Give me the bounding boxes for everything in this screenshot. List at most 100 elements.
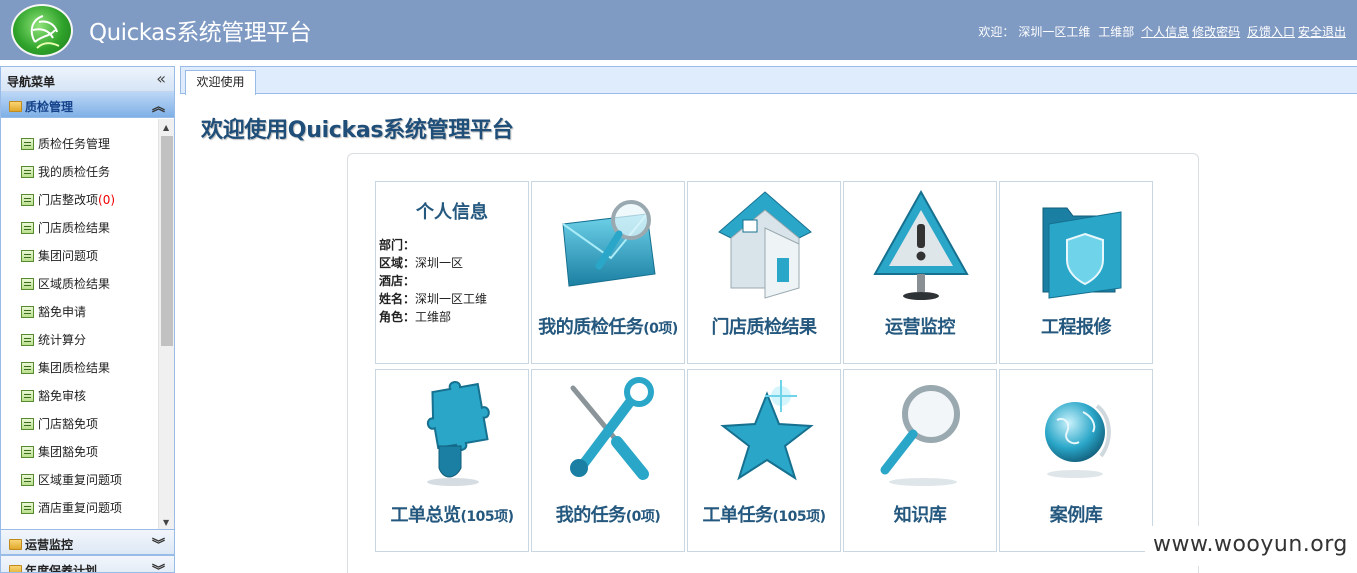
menu-item-region-quality-result[interactable]: 区域质检结果 [1,276,158,304]
folder-icon [9,101,22,112]
panel-annual-maintenance[interactable]: 年度保养计划 ︾ [1,555,174,573]
tab-bar: 欢迎使用 [180,66,1357,95]
menu-item-group-exemptions[interactable]: 集团豁免项 [1,444,158,472]
menu-item-hotel-repeat-issues[interactable]: 酒店重复问题项 [1,500,158,528]
tile-my-tasks[interactable]: 我的任务(0项) [531,369,685,552]
logo-icon [11,4,73,57]
menu-item-my-quality-task[interactable]: 我的质检任务 [1,164,158,192]
header: Quickas系统管理平台 欢迎： 深圳一区工维 工维部 个人信息 修改密码 反馈入… [0,0,1357,60]
tile-ticket-overview[interactable]: 工单总览(105项) [375,369,529,552]
tile-label: 工单总览(105项) [390,505,514,526]
chevron-down-icon[interactable]: ︾ [152,534,165,553]
profile-link[interactable]: 个人信息 [1141,25,1189,39]
menu-item-label: 门店整改项 [38,193,99,207]
panel-quality-label: 质检管理 [25,100,74,114]
tile-label: 案例库 [1049,505,1103,526]
chevron-down-icon[interactable]: ︾ [152,560,165,572]
user-bar: 欢迎： 深圳一区工维 工维部 个人信息 修改密码 反馈入口 安全退出 [974,23,1346,40]
info-row-dept: 部门： [379,236,487,254]
house-icon [718,191,812,299]
info-key: 姓名： [379,292,416,306]
info-row-region: 区域：深圳一区 [379,254,487,272]
tile-label: 我的质检任务(0项) [538,317,678,338]
menu-item-store-rectify[interactable]: 门店整改项(0) [1,192,158,220]
tile-knowledge-base[interactable]: 知识库 [843,369,997,552]
document-icon [21,418,34,430]
tile-ticket-tasks[interactable]: 工单任务(105项) [687,369,841,552]
tile-operations-monitor[interactable]: 运营监控 [843,181,997,364]
document-icon [21,390,34,402]
menu-list: 质检任务管理 我的质检任务 门店整改项(0) 门店质检结果 集团问题项 区域质检… [1,119,158,530]
tile-my-quality-tasks[interactable]: 我的质检任务(0项) [531,181,685,364]
document-icon [21,222,34,234]
personal-info-title: 个人信息 [416,202,488,223]
personal-info-rows: 部门： 区域：深圳一区 酒店： 姓名：深圳一区工维 角色：工维部 [379,236,487,326]
magnifier-icon [880,385,960,486]
personal-info-card: 个人信息 部门： 区域：深圳一区 酒店： 姓名：深圳一区工维 角色：工维部 [375,181,529,364]
tab-welcome[interactable]: 欢迎使用 [185,70,256,95]
menu-item-label: 豁免申请 [38,305,87,319]
menu-item-label: 区域质检结果 [38,277,111,291]
menu-item-exemption-review[interactable]: 豁免审核 [1,388,158,416]
scroll-up-icon[interactable]: ▲ [163,123,169,132]
watermark: www.wooyun.org [1145,526,1357,566]
menu-item-label: 豁免审核 [38,389,87,403]
document-icon [21,250,34,262]
panel-operations[interactable]: 运营监控 ︾ [1,529,174,555]
change-password-link[interactable]: 修改密码 [1192,25,1240,39]
tile-case-library[interactable]: 案例库 [999,369,1153,552]
menu-item-label: 质检任务管理 [38,137,111,151]
menu-item-label: 集团豁免项 [38,445,99,459]
menu-item-store-exemptions[interactable]: 门店豁免项 [1,416,158,444]
feedback-link[interactable]: 反馈入口 [1247,25,1295,39]
info-row-name: 姓名：深圳一区工维 [379,290,487,308]
tile-store-quality-result[interactable]: 门店质检结果 [687,181,841,364]
menu-item-label: 我的质检任务 [38,165,111,179]
scrollbar-thumb[interactable] [161,136,173,346]
menu-item-label: 集团问题项 [38,249,99,263]
scroll-down-icon[interactable]: ▼ [163,518,169,527]
panel-quality[interactable]: 质检管理 ︽ [1,92,174,118]
menu-item-label: 区域重复问题项 [38,473,123,487]
panel-annual-maintenance-label: 年度保养计划 [25,564,98,573]
menu-item-region-repeat-issues[interactable]: 区域重复问题项 [1,472,158,500]
menu-item-quality-task-manage[interactable]: 质检任务管理 [1,136,158,164]
folder-shield-icon [1042,207,1122,299]
tile-label: 运营监控 [885,317,956,338]
document-icon [21,278,34,290]
document-icon [21,306,34,318]
dashboard-board: 个人信息 部门： 区域：深圳一区 酒店： 姓名：深圳一区工维 角色：工维部 我的… [347,153,1199,573]
document-icon [21,362,34,374]
menu-item-exemption-apply[interactable]: 豁免申请 [1,304,158,332]
menu-item-group-quality-result[interactable]: 集团质检结果 [1,360,158,388]
info-row-hotel: 酒店： [379,272,487,290]
logout-link[interactable]: 安全退出 [1298,25,1346,39]
info-value: 工维部 [415,310,452,324]
warning-icon [873,189,969,300]
menu-item-score-calc[interactable]: 统计算分 [1,332,158,360]
tile-label: 工单任务(105项) [702,505,826,526]
menu-item-label: 统计算分 [38,333,87,347]
info-value: 深圳一区工维 [415,292,488,306]
tools-icon [570,377,654,480]
collapse-sidebar-icon[interactable]: « [156,69,166,88]
star-icon [720,380,814,481]
menu-item-label: 集团质检结果 [38,361,111,375]
sidebar-scrollbar[interactable]: ▲ ▼ [158,119,174,530]
panel-operations-label: 运营监控 [25,538,74,552]
envelope-magnifier-icon [562,200,656,287]
globe-icon [1045,402,1111,478]
info-key: 角色： [379,310,416,324]
chevron-up-icon[interactable]: ︽ [152,96,165,115]
document-icon [21,446,34,458]
menu-item-store-quality-result[interactable]: 门店质检结果 [1,220,158,248]
sidebar: 导航菜单 « 质检管理 ︽ 质检任务管理 我的质检任务 门店整改项(0) 门店质… [0,66,175,573]
tile-label: 工程报修 [1041,317,1112,338]
document-icon [21,194,34,206]
menu-item-group-issues[interactable]: 集团问题项 [1,248,158,276]
app-title: Quickas系统管理平台 [89,20,312,46]
sidebar-title: 导航菜单 [7,75,56,89]
tile-label: 门店质检结果 [711,317,818,338]
document-icon [21,138,34,150]
tile-engineering-repair[interactable]: 工程报修 [999,181,1153,364]
